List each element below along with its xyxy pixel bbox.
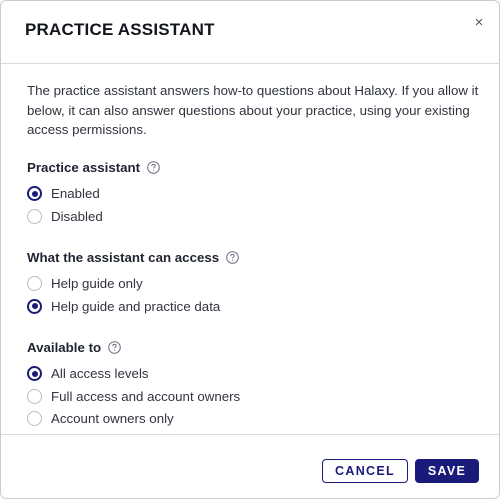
cancel-button[interactable]: CANCEL <box>322 459 408 483</box>
close-icon[interactable]: × <box>472 15 486 30</box>
group-label-text: Practice assistant <box>27 160 141 175</box>
radio-button[interactable] <box>27 208 42 224</box>
group-label: Practice assistant <box>27 158 479 178</box>
question-circle-icon[interactable] <box>108 341 121 354</box>
assistant-access-group: What the assistant can access Help guide… <box>27 248 479 318</box>
radio-button[interactable] <box>27 366 42 382</box>
dialog-title: PRACTICE ASSISTANT <box>25 20 215 39</box>
radio-button[interactable] <box>27 298 42 314</box>
radio-button[interactable] <box>27 276 42 292</box>
group-label: Available to <box>27 338 479 358</box>
radio-button[interactable] <box>27 186 42 202</box>
radio-label: Disabled <box>51 208 103 224</box>
radio-label: Help guide and practice data <box>51 298 221 314</box>
intro-text: The practice assistant answers how-to qu… <box>27 83 479 137</box>
practice-assistant-dialog: PRACTICE ASSISTANT × The practice assist… <box>0 0 500 499</box>
save-button[interactable]: SAVE <box>415 459 479 483</box>
radio-label: Account owners only <box>51 411 174 427</box>
radio-label: Enabled <box>51 186 100 202</box>
radio-label: Help guide only <box>51 276 143 292</box>
radio-option-enabled[interactable]: Enabled <box>27 183 479 206</box>
radio-button[interactable] <box>27 411 42 427</box>
dialog-body: The practice assistant answers how-to qu… <box>27 81 479 450</box>
radio-option-help-guide-only[interactable]: Help guide only <box>27 273 479 296</box>
radio-option-help-guide-and-practice-data[interactable]: Help guide and practice data <box>27 295 479 318</box>
available-to-group: Available to All access levels Full acce… <box>27 338 479 431</box>
radio-label: Full access and account owners <box>51 388 241 404</box>
radio-option-disabled[interactable]: Disabled <box>27 205 479 228</box>
group-label-text: What the assistant can access <box>27 250 220 265</box>
question-circle-icon[interactable] <box>226 251 239 264</box>
group-label: What the assistant can access <box>27 248 479 268</box>
radio-button[interactable] <box>27 388 42 404</box>
practice-assistant-group: Practice assistant Enabled Disabled <box>27 158 479 228</box>
group-label-text: Available to <box>27 340 102 355</box>
dialog-footer: CANCEL SAVE <box>1 434 499 498</box>
question-circle-icon[interactable] <box>147 161 160 174</box>
radio-option-full-access-and-account-owners[interactable]: Full access and account owners <box>27 385 479 408</box>
dialog-header: PRACTICE ASSISTANT × <box>1 1 499 64</box>
radio-label: All access levels <box>51 366 149 382</box>
radio-option-all-access-levels[interactable]: All access levels <box>27 363 479 386</box>
radio-option-account-owners-only[interactable]: Account owners only <box>27 408 479 431</box>
